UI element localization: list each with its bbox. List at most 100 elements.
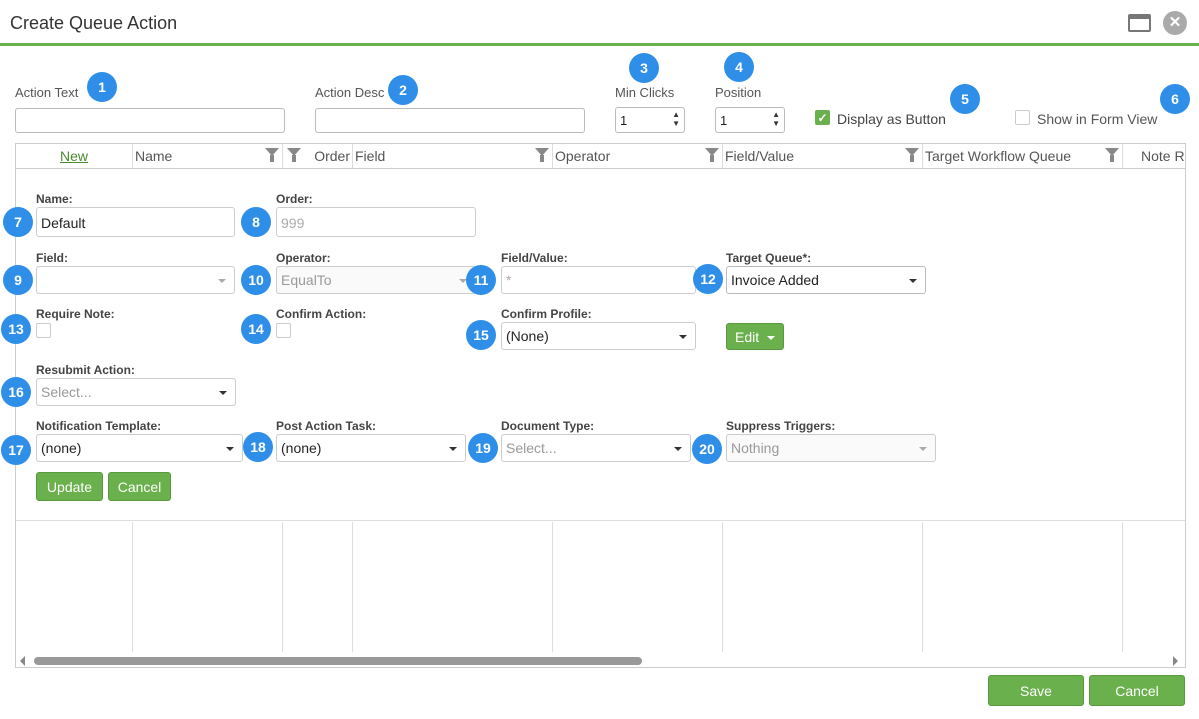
notification-template-dropdown[interactable]: (none) — [36, 434, 243, 462]
document-type-label: Document Type: — [501, 419, 595, 433]
suppress-triggers-label: Suppress Triggers: — [726, 419, 836, 433]
badge-10: 10 — [241, 265, 271, 295]
new-link[interactable]: New — [60, 148, 88, 164]
spinner-arrows-icon[interactable]: ▲ ▼ — [772, 110, 780, 128]
scrollbar-thumb[interactable] — [34, 657, 642, 665]
notification-template-value: (none) — [41, 440, 82, 456]
resubmit-action-label: Resubmit Action: — [36, 363, 135, 377]
min-clicks-label: Min Clicks — [615, 85, 675, 100]
show-in-form-view-checkbox[interactable] — [1015, 110, 1030, 125]
column-name[interactable]: Name — [132, 144, 282, 168]
grid-divider — [1122, 522, 1123, 652]
column-field-label: Field — [355, 148, 386, 164]
name-label: Name: — [36, 192, 73, 206]
operator-value: EqualTo — [281, 272, 332, 288]
field-value-label: Field/Value: — [501, 251, 568, 265]
min-clicks-stepper[interactable]: 1 ▲ ▼ — [615, 107, 685, 133]
document-type-value: Select... — [506, 440, 557, 456]
require-note-checkbox[interactable] — [36, 323, 51, 338]
grid-divider — [282, 522, 283, 652]
spinner-arrows-icon[interactable]: ▲ ▼ — [672, 110, 680, 128]
chevron-down-icon — [674, 447, 682, 451]
filter-icon[interactable] — [535, 148, 549, 162]
badge-7: 7 — [3, 207, 33, 237]
order-label: Order: — [276, 192, 313, 206]
actions-grid: New Name Order Field Operator Field/Valu… — [15, 143, 1186, 668]
chevron-down-icon — [219, 391, 227, 395]
post-action-task-label: Post Action Task: — [276, 419, 377, 433]
column-field[interactable]: Field — [352, 144, 552, 168]
badge-15: 15 — [466, 320, 496, 350]
display-as-button-checkbox[interactable]: ✓ — [815, 110, 830, 125]
operator-dropdown[interactable]: EqualTo — [276, 266, 476, 294]
edit-button-label: Edit — [734, 329, 760, 345]
suppress-triggers-dropdown[interactable]: Nothing — [726, 434, 936, 462]
action-text-label: Action Text — [15, 85, 79, 100]
chevron-down-icon — [909, 279, 917, 283]
filter-icon[interactable] — [905, 148, 919, 162]
update-button[interactable]: Update — [36, 472, 103, 501]
filter-icon[interactable] — [705, 148, 719, 162]
filter-icon[interactable] — [287, 148, 301, 162]
column-operator-label: Operator — [555, 148, 611, 164]
badge-3: 3 — [629, 53, 659, 83]
maximize-icon[interactable] — [1128, 14, 1151, 32]
document-type-dropdown[interactable]: Select... — [501, 434, 691, 462]
resubmit-action-dropdown[interactable]: Select... — [36, 378, 236, 406]
close-icon[interactable]: ✕ — [1163, 11, 1187, 35]
confirm-action-label: Confirm Action: — [276, 307, 367, 321]
action-desc-label: Action Desc — [315, 85, 385, 100]
scroll-right-icon[interactable] — [1173, 656, 1178, 666]
min-clicks-value: 1 — [620, 113, 628, 128]
badge-19: 19 — [468, 433, 498, 463]
confirm-action-checkbox[interactable] — [276, 323, 291, 338]
column-target-workflow-queue[interactable]: Target Workflow Queue — [922, 144, 1122, 168]
require-note-label: Require Note: — [36, 307, 115, 321]
operator-label: Operator: — [276, 251, 331, 265]
filter-icon[interactable] — [265, 148, 279, 162]
chevron-down-icon — [218, 279, 226, 283]
filter-icon[interactable] — [1105, 148, 1119, 162]
badge-1: 1 — [87, 72, 117, 102]
badge-6: 6 — [1160, 84, 1190, 114]
window-title: Create Queue Action — [10, 13, 178, 33]
field-label: Field: — [36, 251, 68, 265]
post-action-task-value: (none) — [281, 440, 322, 456]
badge-12: 12 — [693, 264, 723, 294]
position-stepper[interactable]: 1 ▲ ▼ — [715, 107, 785, 133]
target-queue-dropdown[interactable]: Invoice Added — [726, 266, 926, 294]
order-input[interactable]: 999 — [276, 207, 476, 237]
cancel-button[interactable]: Cancel — [1089, 675, 1185, 706]
chevron-down-icon — [679, 335, 687, 339]
edit-button[interactable]: Edit — [726, 323, 784, 350]
badge-20: 20 — [692, 434, 722, 464]
column-operator[interactable]: Operator — [552, 144, 722, 168]
name-input[interactable]: Default — [36, 207, 235, 237]
post-action-task-dropdown[interactable]: (none) — [276, 434, 466, 462]
position-value: 1 — [720, 113, 728, 128]
action-desc-input[interactable] — [315, 108, 585, 133]
confirm-profile-dropdown[interactable]: (None) — [501, 322, 696, 350]
field-value-input[interactable]: * — [501, 266, 696, 294]
column-order[interactable]: Order — [282, 144, 352, 168]
badge-11: 11 — [466, 265, 496, 295]
horizontal-scrollbar[interactable] — [16, 652, 1185, 667]
action-text-input[interactable] — [15, 108, 285, 133]
scroll-left-icon[interactable] — [20, 656, 25, 666]
field-dropdown[interactable] — [36, 266, 235, 294]
column-field-value[interactable]: Field/Value — [722, 144, 922, 168]
badge-5: 5 — [950, 84, 980, 114]
cancel-edit-button[interactable]: Cancel — [108, 472, 171, 501]
save-button[interactable]: Save — [988, 675, 1084, 706]
column-note-required[interactable]: Note R — [1122, 144, 1185, 168]
badge-8: 8 — [241, 207, 271, 237]
column-field-value-label: Field/Value — [725, 148, 795, 164]
chevron-down-icon — [226, 447, 234, 451]
column-note-label: Note R — [1141, 148, 1185, 164]
target-queue-value: Invoice Added — [731, 272, 819, 288]
column-target-queue-label: Target Workflow Queue — [925, 148, 1072, 164]
resubmit-action-value: Select... — [41, 384, 92, 400]
display-as-button-label: Display as Button — [837, 111, 946, 127]
chevron-down-icon — [919, 447, 927, 451]
badge-2: 2 — [388, 75, 418, 105]
